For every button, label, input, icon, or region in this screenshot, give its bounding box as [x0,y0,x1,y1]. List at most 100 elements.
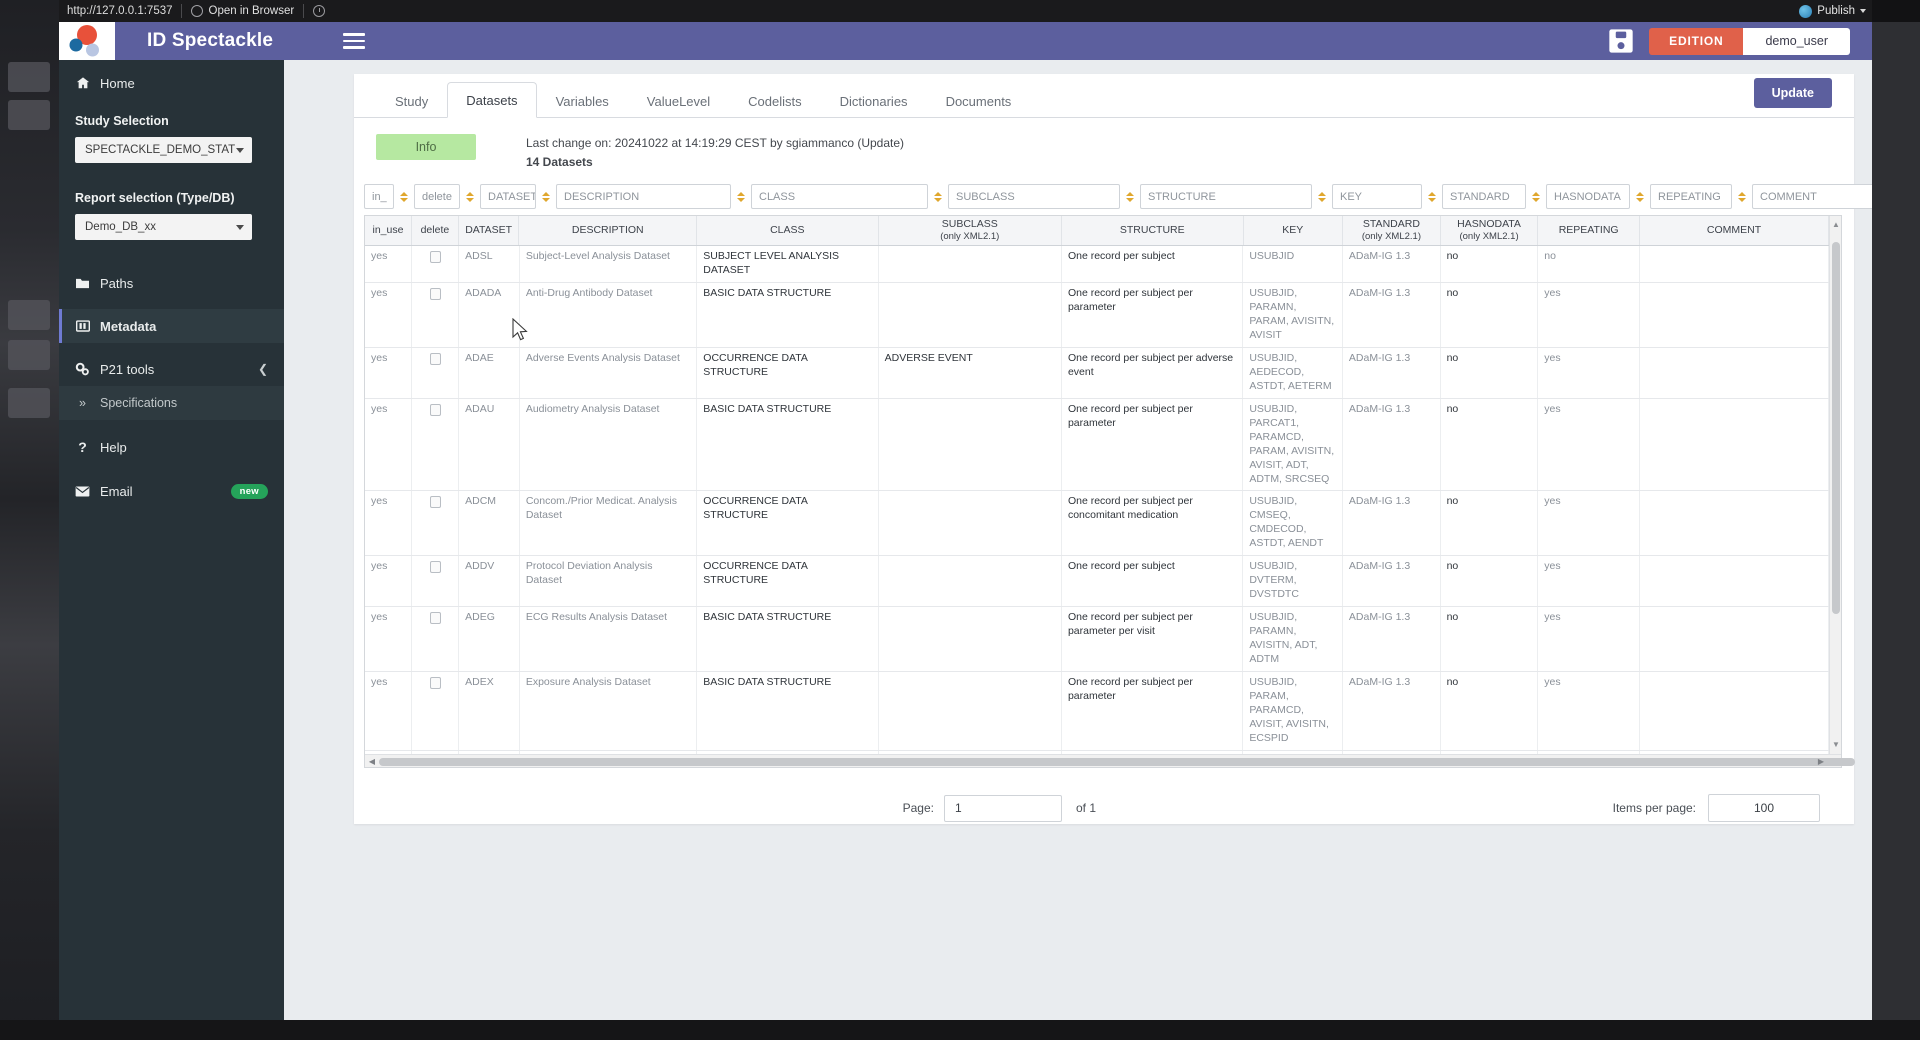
sidebar-item-home[interactable]: Home [59,66,284,100]
table-cell-key[interactable]: USUBJID [1243,246,1343,283]
table-cell-structure[interactable]: One record per subject per parameter [1062,398,1244,491]
table-cell-repeating[interactable]: no [1538,246,1640,283]
table-cell-repeating[interactable]: yes [1538,671,1640,750]
table-cell-comment[interactable] [1640,347,1829,398]
table-cell-hasnodata[interactable]: no [1441,246,1539,283]
table-cell-dataset[interactable]: ADADA [459,283,520,347]
delete-checkbox[interactable] [429,352,441,365]
table-cell-comment[interactable] [1640,283,1829,347]
filter-input-delete[interactable]: delete [414,184,460,210]
publish-button[interactable]: Publish [1799,4,1872,18]
table-cell-in-use[interactable]: yes [365,491,413,556]
page-input[interactable]: 1 [943,794,1062,822]
table-cell-key[interactable]: USUBJID, PARAM, PARAMCD, AVISIT, AVISITN… [1243,671,1343,750]
open-in-browser-button[interactable]: Open in Browser [182,5,304,17]
column-header-in-use[interactable]: in_use [365,216,412,246]
table-body[interactable]: yes ADSL Subject-Level Analysis Dataset SUB… [365,246,1841,755]
table-cell-delete[interactable] [412,556,460,607]
table-cell-standard[interactable]: ADaM-IG 1.3 [1343,607,1441,671]
app-logo[interactable] [59,22,115,60]
filter-input-comment[interactable]: COMMENT [1752,184,1872,210]
table-cell-repeating[interactable]: yes [1538,491,1640,556]
items-per-page-input[interactable]: 100 [1708,794,1821,823]
table-cell-class[interactable]: OCCURRENCE DATA STRUCTURE [697,491,879,556]
table-cell-subclass[interactable] [879,246,1062,283]
scroll-down-arrow[interactable]: ▼ [1832,740,1840,749]
table-cell-hasnodata[interactable]: no [1441,283,1539,347]
table-cell-hasnodata[interactable]: no [1441,491,1539,556]
table-cell-delete[interactable] [412,491,460,556]
table-cell-structure[interactable]: One record per subject per parameter [1062,283,1244,347]
tab-codelists[interactable]: Codelists [729,83,820,118]
table-cell-delete[interactable] [412,347,460,398]
table-cell-structure[interactable]: One record per subject per concomitant m… [1062,491,1244,556]
table-cell-hasnodata[interactable]: no [1441,607,1539,671]
table-row[interactable]: yes ADAU Audiometry Analysis Dataset BASIC … [365,398,1841,492]
report-selection-dropdown[interactable]: Demo_DB_xx [75,214,252,240]
info-button[interactable]: Info [376,134,476,160]
filter-input-repeating[interactable]: REPEATING [1650,184,1732,210]
table-cell-class[interactable]: BASIC DATA STRUCTURE [697,607,879,671]
table-cell-description[interactable]: Exposure Analysis Dataset [520,671,698,750]
table-cell-delete[interactable] [412,607,460,671]
table-cell-subclass[interactable] [879,671,1062,750]
vertical-scrollbar[interactable]: ▲ ▼ [1829,216,1841,755]
column-header-hasnodata[interactable]: HASNODATA (only XML2.1) [1441,216,1539,246]
table-row[interactable]: yes ADEG ECG Results Analysis Dataset BASIC… [365,607,1841,672]
sort-icon-dataset[interactable] [539,191,553,202]
table-cell-structure[interactable]: One record per subject per parameter [1062,671,1244,750]
column-header-dataset[interactable]: DATASET [459,216,520,246]
table-cell-dataset[interactable]: ADEX [459,671,520,750]
table-cell-repeating[interactable]: yes [1538,283,1640,347]
table-cell-delete[interactable] [412,246,460,283]
delete-checkbox[interactable] [429,612,441,625]
table-cell-hasnodata[interactable]: no [1441,347,1539,398]
sort-icon-in-use[interactable] [397,191,411,202]
sidebar-item-p21-tools[interactable]: P21 tools ❮ [59,352,284,386]
filter-input-hasnodata[interactable]: HASNODATA [1546,184,1630,210]
filter-input-description[interactable]: DESCRIPTION [556,184,731,210]
table-cell-description[interactable]: Anti-Drug Antibody Dataset [520,283,698,347]
table-cell-comment[interactable] [1640,671,1829,750]
delete-checkbox[interactable] [429,288,441,301]
table-cell-standard[interactable]: ADaM-IG 1.3 [1343,491,1441,556]
table-cell-in-use[interactable]: yes [365,556,413,607]
edition-badge[interactable]: EDITION [1649,27,1744,55]
sidebar-item-email[interactable]: Email new [59,474,284,508]
table-cell-description[interactable]: ECG Results Analysis Dataset [520,607,698,671]
filter-input-subclass[interactable]: SUBCLASS [948,184,1120,210]
study-selection-dropdown[interactable]: SPECTACKLE_DEMO_STAT [75,137,252,163]
table-cell-dataset[interactable]: ADAE [459,347,520,398]
table-cell-repeating[interactable]: yes [1538,607,1640,671]
table-cell-standard[interactable]: ADaM-IG 1.3 [1343,246,1441,283]
table-cell-description[interactable]: Concom./Prior Medicat. Analysis Dataset [520,491,698,556]
column-header-class[interactable]: CLASS [697,216,879,246]
table-row[interactable]: yes ADCM Concom./Prior Medicat. Analysis D… [365,491,1841,557]
table-cell-in-use[interactable]: yes [365,347,413,398]
scroll-up-arrow[interactable]: ▲ [1832,220,1840,229]
table-cell-description[interactable]: Audiometry Analysis Dataset [520,398,698,491]
table-cell-delete[interactable] [412,283,460,347]
sort-icon-hasnodata[interactable] [1633,191,1647,202]
table-cell-subclass[interactable] [879,607,1062,671]
table-cell-comment[interactable] [1640,491,1829,556]
sort-icon-repeating[interactable] [1735,191,1749,202]
table-cell-structure[interactable]: One record per subject [1062,556,1244,607]
filter-input-structure[interactable]: STRUCTURE [1140,184,1312,210]
filter-input-key[interactable]: KEY [1332,184,1422,210]
table-cell-dataset[interactable]: ADEG [459,607,520,671]
table-cell-delete[interactable] [412,671,460,750]
tab-documents[interactable]: Documents [927,83,1031,118]
table-cell-delete[interactable] [412,398,460,491]
horizontal-scroll-thumb[interactable] [379,757,1855,766]
user-menu[interactable]: demo_user [1743,27,1850,55]
table-cell-in-use[interactable]: yes [365,607,413,671]
sidebar-item-metadata[interactable]: Metadata [59,309,284,343]
filter-input-in-use[interactable]: in_ [364,184,394,210]
tab-study[interactable]: Study [376,83,447,118]
sort-icon-class[interactable] [931,191,945,202]
table-cell-class[interactable]: OCCURRENCE DATA STRUCTURE [697,556,879,607]
table-row[interactable]: yes ADAE Adverse Events Analysis Dataset OC… [365,347,1841,399]
table-cell-key[interactable]: USUBJID, CMSEQ, CMDECOD, ASTDT, AENDT [1243,491,1343,556]
table-cell-subclass[interactable] [879,283,1062,347]
